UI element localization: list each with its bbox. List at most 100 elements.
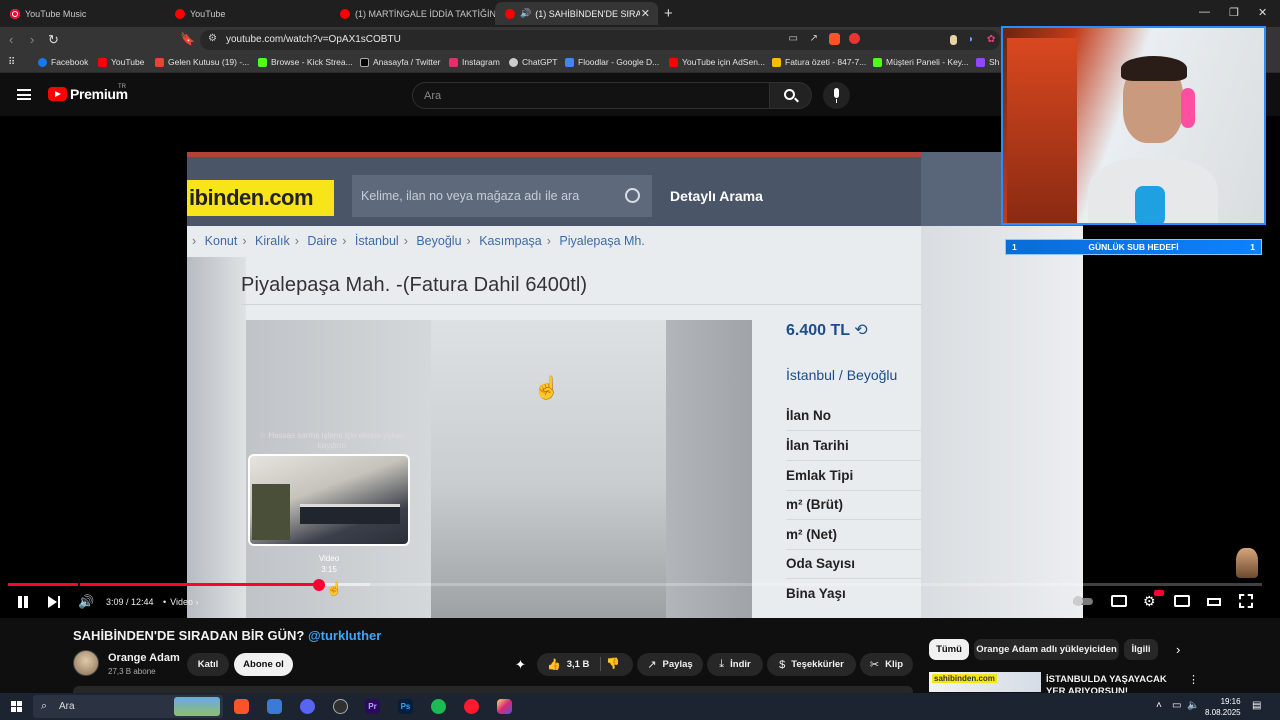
bookmark-icon[interactable]: 🔖 — [180, 32, 195, 46]
taskbar-search[interactable]: ⌕ Ara — [33, 695, 223, 718]
restore-button[interactable]: ❐ — [1229, 6, 1239, 19]
scrubber-handle[interactable] — [313, 579, 325, 591]
volume-icon[interactable]: 🔊 — [78, 594, 94, 610]
pause-button[interactable] — [16, 595, 30, 609]
next-button[interactable] — [48, 596, 62, 608]
autoplay-toggle[interactable] — [1073, 596, 1093, 606]
bookmark-label: Anasayfa / Twitter — [373, 57, 441, 67]
url-text[interactable]: youtube.com/watch?v=OpAX1sCOBTU — [226, 34, 401, 45]
channel-name[interactable]: Orange Adam — [108, 652, 180, 664]
bookmark-google-docs[interactable]: Floodlar - Google D... — [565, 57, 659, 67]
share-button[interactable]: ↗ Paylaş — [637, 653, 703, 676]
close-window-button[interactable]: ✕ — [1258, 6, 1267, 19]
bookmark-twitter[interactable]: Anasayfa / Twitter — [360, 57, 440, 67]
download-button[interactable]: ⤓ İndir — [707, 653, 763, 676]
tab-martingale[interactable]: (1) MARTİNGALE İDDİA TAKTİĞİNİ DE — [330, 2, 495, 25]
cast-icon[interactable]: ▭ — [789, 33, 798, 44]
chevron-up-icon[interactable]: ˄ — [1156, 700, 1162, 711]
premiere-icon[interactable]: Pr — [365, 699, 380, 714]
bookmark-label: Facebook — [51, 57, 89, 67]
windows-start-icon[interactable] — [11, 701, 22, 712]
bookmark-musteri[interactable]: Müşteri Paneli - Key... — [873, 57, 969, 67]
field-bina-yasi: Bina Yaşı — [786, 586, 846, 601]
chapter-button[interactable]: • Video › — [163, 597, 199, 607]
miniplayer-icon[interactable] — [1174, 595, 1190, 607]
subscribe-button[interactable]: Abone ol — [234, 653, 293, 676]
theater-mode-icon[interactable] — [1207, 598, 1221, 606]
recommendation-title[interactable]: İSTANBULDA YAŞAYACAK YER ARIYORSUN! — [1046, 674, 1186, 693]
chip-from-uploader[interactable]: Orange Adam adlı yükleyiciden — [974, 639, 1119, 660]
bookmark-label: Instagram — [462, 57, 500, 67]
photoshop-icon[interactable]: Ps — [398, 699, 413, 714]
minimize-button[interactable]: — — [1199, 6, 1210, 18]
clip-button[interactable]: ✂ Klip — [860, 653, 913, 676]
extension-icon[interactable]: ✿ — [987, 34, 995, 45]
apps-grid-icon[interactable]: ⠿ — [8, 57, 15, 68]
address-bar[interactable]: ⚙ youtube.com/watch?v=OpAX1sCOBTU ▭ ↗ — [200, 30, 1000, 50]
tab-youtube-music[interactable]: YouTube Music — [0, 2, 165, 25]
forward-icon[interactable]: › — [30, 32, 34, 47]
settings-gear-icon[interactable]: ⚙ — [1143, 593, 1156, 610]
mention-link[interactable]: @turkluther — [308, 628, 381, 643]
bookmark-facebook[interactable]: Facebook — [38, 57, 88, 67]
bookmark-kick[interactable]: Browse - Kick Strea... — [258, 57, 353, 67]
extension-icon[interactable] — [950, 35, 957, 45]
new-tab-button[interactable]: + — [664, 5, 673, 22]
rewards-icon[interactable] — [849, 33, 860, 44]
effects-icon[interactable]: ✦ — [515, 657, 526, 673]
bookmark-instagram[interactable]: Instagram — [449, 57, 500, 67]
scrub-hint: ☆ Hassas sarma işlemi için ekranı yukarı… — [259, 431, 405, 450]
youtube-logo-icon[interactable] — [48, 87, 67, 101]
join-button[interactable]: Katıl — [187, 653, 229, 676]
bookmark-fatura[interactable]: Fatura özeti - 847-7... — [772, 57, 866, 67]
divider — [241, 304, 921, 305]
like-count[interactable]: 3,1 B — [567, 659, 590, 670]
recommendation-thumbnail[interactable]: sahibinden.com — [929, 672, 1041, 692]
notification-icon[interactable]: ▤ — [1252, 700, 1261, 711]
opera-icon[interactable] — [464, 699, 479, 714]
more-options-icon[interactable]: ⋮ — [1188, 673, 1199, 686]
close-tab-icon[interactable]: ✕ — [641, 7, 650, 20]
spotify-icon[interactable] — [431, 699, 446, 714]
breadcrumb-item: Konut — [204, 234, 238, 248]
extension-icon[interactable]: ◗ — [968, 34, 974, 45]
bookmark-sh[interactable]: Sh — [976, 57, 999, 67]
site-info-icon[interactable]: ⚙ — [208, 33, 217, 44]
app-icon[interactable] — [267, 699, 282, 714]
channel-avatar[interactable] — [73, 650, 99, 676]
discord-icon[interactable] — [300, 699, 315, 714]
subtitles-icon[interactable] — [1111, 595, 1127, 607]
chip-related[interactable]: İlgili — [1124, 639, 1158, 660]
brave-browser-icon[interactable] — [234, 699, 249, 714]
fullscreen-icon[interactable] — [1239, 594, 1253, 608]
download-icon: ⤓ — [719, 658, 725, 670]
thanks-button[interactable]: $ Teşekkürler — [767, 653, 856, 676]
share-icon[interactable]: ↗ — [810, 33, 818, 44]
menu-icon[interactable] — [17, 89, 31, 100]
search-button[interactable] — [770, 82, 812, 109]
bookmark-chatgpt[interactable]: ChatGPT — [509, 57, 557, 67]
search-box[interactable] — [412, 82, 770, 109]
like-icon[interactable]: 👍 — [547, 658, 561, 671]
back-icon[interactable]: ‹ — [9, 32, 13, 47]
obs-icon[interactable] — [333, 699, 348, 714]
tab-youtube[interactable]: YouTube — [165, 2, 330, 25]
voice-search-button[interactable] — [823, 82, 850, 109]
chevron-right-icon[interactable]: › — [1176, 642, 1180, 657]
search-input[interactable] — [413, 83, 769, 108]
volume-icon[interactable]: 🔈 — [1187, 700, 1199, 711]
chip-all[interactable]: Tümü — [929, 639, 969, 660]
bookmark-adsense[interactable]: YouTube için AdSen... — [669, 57, 765, 67]
bookmark-gmail[interactable]: Gelen Kutusu (19) -... — [155, 57, 249, 67]
dislike-icon[interactable]: 👎 — [606, 657, 620, 670]
reload-icon[interactable]: ↻ — [48, 32, 59, 48]
video-title-text: SAHİBİNDEN'DE SIRADAN BİR GÜN? — [73, 628, 305, 643]
network-icon[interactable]: ▭ — [1172, 700, 1181, 711]
brave-shield-icon[interactable] — [829, 33, 840, 45]
sahibinden-header: ibinden.com Kelime, ilan no veya mağaza … — [187, 152, 921, 226]
bookmark-youtube[interactable]: YouTube — [98, 57, 144, 67]
tab-sahibinden[interactable]: 🔊 (1) SAHİBİNDEN'DE SIRADAN ✕ — [495, 2, 658, 25]
chapter-gap — [78, 583, 80, 586]
instagram-icon[interactable] — [497, 699, 512, 714]
system-clock[interactable]: 19:16 8.08.2025 — [1205, 696, 1241, 718]
